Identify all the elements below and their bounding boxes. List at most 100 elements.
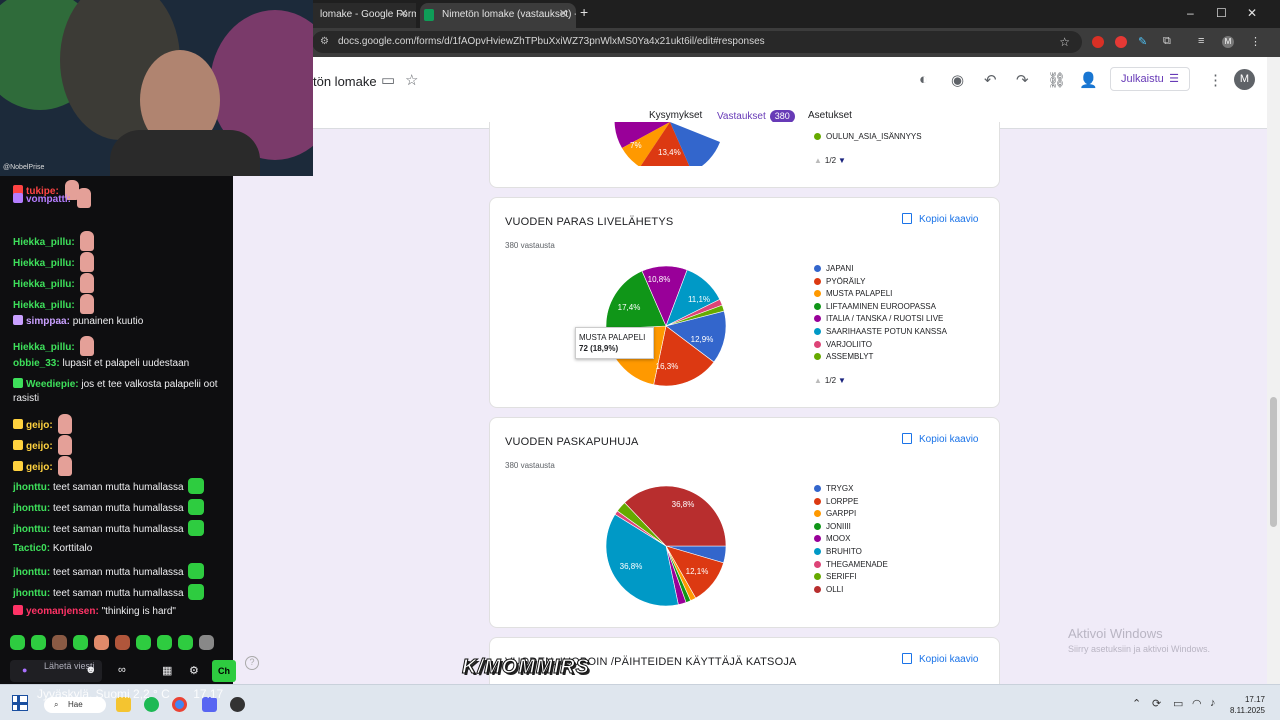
emote-icon[interactable] — [157, 635, 172, 650]
copy-chart-button[interactable]: Kopioi kaavio — [902, 653, 978, 665]
legend-item[interactable]: ITALIA / TANSKA / RUOTSI LIVE — [814, 314, 947, 327]
emote-icon[interactable] — [94, 635, 109, 650]
legend-item[interactable]: SAARIHAASTE POTUN KANSSA — [814, 327, 947, 340]
legend-item[interactable]: LORPPE — [814, 497, 888, 510]
more-options-icon[interactable]: ⋮ — [1208, 71, 1223, 89]
chat-username[interactable]: jhonttu: — [13, 567, 50, 578]
copy-chart-button[interactable]: Kopioi kaavio — [902, 213, 978, 225]
obs-icon[interactable] — [230, 697, 245, 712]
address-bar[interactable]: ⚙ docs.google.com/forms/d/1fAOpvHviewZhT… — [312, 31, 1082, 53]
chat-username[interactable]: Tactic0: — [13, 543, 50, 554]
pager-up-icon[interactable]: ▲ — [814, 156, 822, 165]
avatar[interactable]: M — [1234, 69, 1255, 90]
browser-menu-icon[interactable]: ⋮ — [1250, 35, 1261, 48]
legend-item[interactable]: MOOX — [814, 534, 888, 547]
emote-icon[interactable] — [10, 635, 25, 650]
emote-icon[interactable] — [31, 635, 46, 650]
pager-up-icon[interactable]: ▲ — [814, 376, 822, 385]
chat-send-button[interactable]: Ch — [212, 660, 236, 682]
weather-widget[interactable]: Jyväskylä, Suomi 2,2 ° C 17.17 — [37, 687, 223, 701]
legend-pager[interactable]: ▲ 1/2 ▼ — [814, 156, 846, 165]
close-tab-icon[interactable]: ✕ — [559, 3, 568, 26]
chat-username[interactable]: Hiekka_pillu: — [13, 258, 75, 269]
chat-username[interactable]: Hiekka_pillu: — [13, 342, 75, 353]
legend-item[interactable]: MUSTA PALAPELI — [814, 289, 947, 302]
legend-item[interactable]: VARJOLIITO — [814, 340, 947, 353]
move-to-folder-icon[interactable]: ▭ — [381, 71, 395, 89]
extensions-puzzle-icon[interactable]: ⧉ — [1163, 35, 1171, 48]
legend-item[interactable]: PYÖRÄILY — [814, 277, 947, 290]
preview-eye-icon[interactable]: ◉ — [951, 71, 964, 89]
legend-item[interactable]: THEGAMENADE — [814, 560, 888, 573]
emoji-icon[interactable]: ☻ — [85, 664, 97, 676]
emote-icon[interactable] — [73, 635, 88, 650]
emote-icon[interactable] — [115, 635, 130, 650]
chat-username[interactable]: geijo: — [26, 420, 53, 431]
bits-icon[interactable]: ∞ — [118, 664, 126, 676]
browser-tab-responses[interactable]: Nimetön lomake (vastaukset) - ✕ — [420, 3, 576, 28]
star-icon[interactable]: ☆ — [405, 71, 418, 89]
chat-username[interactable]: yeomanjensen: — [26, 606, 99, 617]
close-tab-icon[interactable]: ✕ — [399, 3, 408, 26]
store-icon[interactable]: ▦ — [162, 664, 172, 677]
chat-username[interactable]: vompatti: — [26, 194, 71, 205]
taskbar-clock[interactable]: 17.17 8.11.2025 — [1230, 694, 1265, 716]
site-info-icon[interactable]: ⚙ — [320, 31, 329, 53]
pie-chart-worst-talker[interactable]: 36,8% 36,8% 12,1% — [605, 485, 727, 607]
tray-app-icon[interactable]: ⟳ — [1152, 697, 1161, 710]
chat-username[interactable]: simppaa: — [26, 316, 70, 327]
tab-settings[interactable]: Asetukset — [808, 110, 852, 121]
copy-chart-button[interactable]: Kopioi kaavio — [902, 433, 978, 445]
emote-icon[interactable] — [136, 635, 151, 650]
chat-username[interactable]: jhonttu: — [13, 524, 50, 535]
redo-icon[interactable]: ↷ — [1016, 71, 1029, 89]
close-window-button[interactable]: ✕ — [1247, 6, 1257, 20]
legend-item[interactable]: TRYGX — [814, 484, 888, 497]
tab-questions[interactable]: Kysymykset — [649, 110, 702, 121]
pager-down-icon[interactable]: ▼ — [838, 376, 846, 385]
page-scrollbar[interactable] — [1267, 57, 1280, 684]
volume-icon[interactable]: ♪ — [1210, 697, 1216, 709]
palette-icon[interactable]: ◐ — [919, 71, 928, 88]
chat-username[interactable]: jhonttu: — [13, 588, 50, 599]
pie-chart-best-live[interactable]: 12,9% 16,3% 17,4% 10,8% 11,1% — [605, 265, 727, 387]
translate-extension-icon[interactable]: ✎ — [1138, 35, 1147, 48]
scroll-thumb[interactable] — [1270, 397, 1277, 527]
legend-item[interactable]: ASSEMBLYT — [814, 352, 947, 365]
chat-username[interactable]: obbie_33: — [13, 358, 60, 369]
wifi-icon[interactable]: ◠ — [1192, 697, 1202, 710]
new-tab-button[interactable]: + — [580, 4, 588, 20]
browser-tab-form-editor[interactable]: lomake - Google Form ✕ — [312, 3, 416, 28]
legend-item[interactable]: JONIIII — [814, 522, 888, 535]
mic-icon[interactable]: ● — [22, 665, 27, 675]
tray-overflow-icon[interactable]: ⌃ — [1132, 697, 1141, 710]
legend-item[interactable]: SERIFFI — [814, 572, 888, 585]
emote-icon[interactable] — [52, 635, 67, 650]
publish-button[interactable]: Julkaistu ☰ — [1110, 67, 1190, 91]
profile-avatar[interactable]: M — [1222, 36, 1234, 48]
maximize-button[interactable]: ☐ — [1216, 6, 1227, 20]
extension-red-icon[interactable] — [1092, 36, 1104, 48]
form-title[interactable]: tön lomake — [313, 74, 377, 89]
chat-username[interactable]: jhonttu: — [13, 482, 50, 493]
legend-pager[interactable]: ▲ 1/2 ▼ — [814, 376, 846, 385]
emote-icon[interactable] — [199, 635, 214, 650]
chat-username[interactable]: geijo: — [26, 441, 53, 452]
pager-down-icon[interactable]: ▼ — [838, 156, 846, 165]
legend-item[interactable]: OLLI — [814, 585, 888, 598]
undo-icon[interactable]: ↶ — [984, 71, 997, 89]
emote-icon[interactable] — [178, 635, 193, 650]
chat-username[interactable]: Weediepie: — [26, 379, 79, 390]
add-collaborator-icon[interactable]: 👤 — [1079, 71, 1098, 89]
network-icon[interactable]: ▭ — [1173, 697, 1183, 710]
chat-username[interactable]: Hiekka_pillu: — [13, 237, 75, 248]
link-icon[interactable]: ⛓ — [1047, 71, 1066, 89]
reading-list-icon[interactable]: ≡ — [1198, 35, 1204, 47]
legend-item[interactable]: BRUHITO — [814, 547, 888, 560]
chat-username[interactable]: geijo: — [26, 462, 53, 473]
legend-item[interactable]: JAPANI — [814, 264, 947, 277]
extension-record-icon[interactable] — [1115, 36, 1127, 48]
chat-username[interactable]: Hiekka_pillu: — [13, 300, 75, 311]
legend-item[interactable]: LIFTAAMINEN EUROOPASSA — [814, 302, 947, 315]
help-icon[interactable]: ? — [245, 656, 259, 670]
